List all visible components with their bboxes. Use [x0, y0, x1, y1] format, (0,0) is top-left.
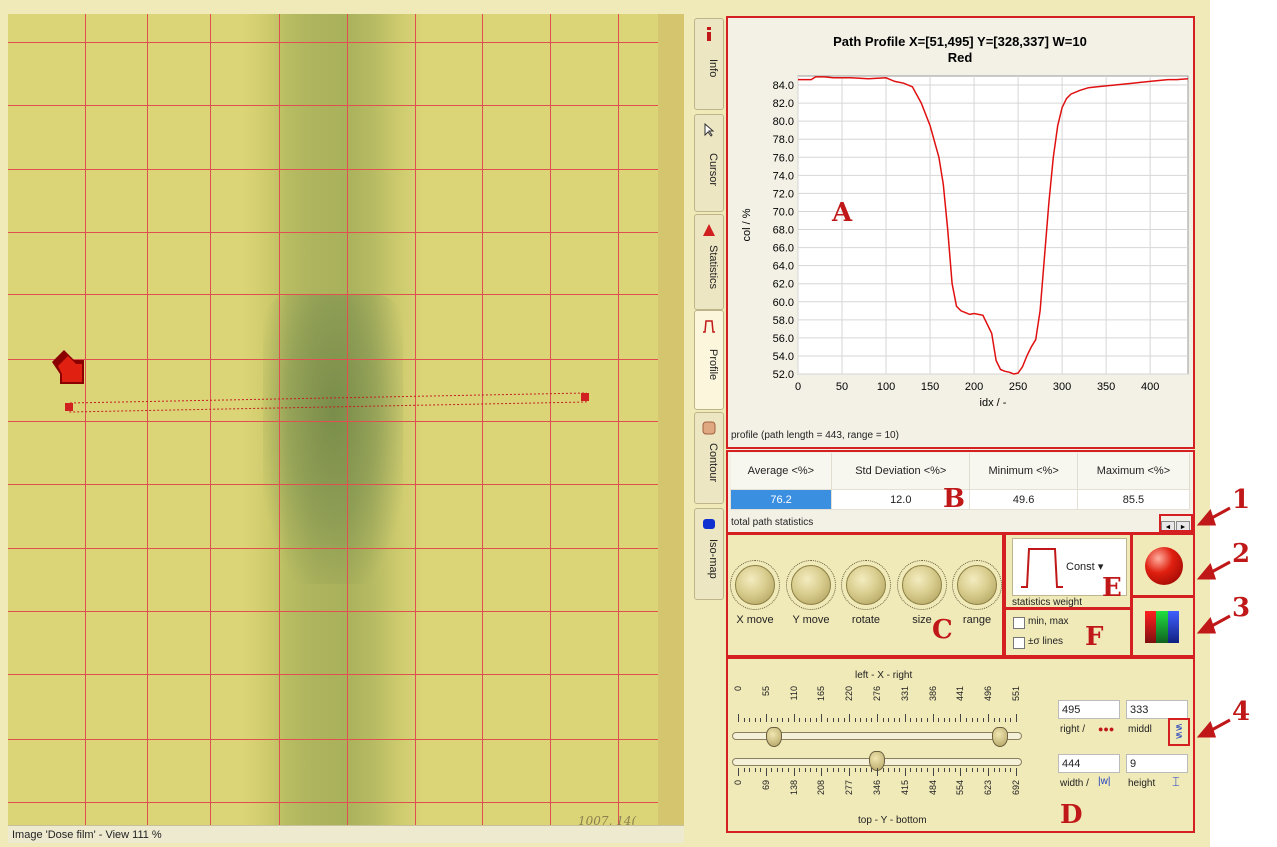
tab-label: Cursor [707, 153, 719, 187]
statistics-icon [703, 224, 715, 236]
section-2-box [1131, 533, 1195, 597]
info-icon [707, 27, 711, 41]
annotation-letter: F [1085, 622, 1104, 652]
side-tabs: Info Cursor Statistics Profile Contour I… [694, 14, 726, 604]
iso-map-icon [703, 519, 715, 529]
arrow-cursor-icon [52, 350, 84, 384]
section-a-box [726, 16, 1195, 449]
section-d-box [726, 657, 1195, 833]
annotation-letter: B [943, 484, 965, 514]
path-start-handle [65, 403, 73, 411]
annotation-letter: D [1060, 800, 1083, 830]
contour-icon [702, 421, 716, 435]
tab-label: Contour [707, 443, 719, 483]
tab-contour[interactable]: Contour [694, 412, 724, 504]
section-f-box [1004, 608, 1132, 657]
profile-icon [703, 320, 715, 333]
application-window: 1007, 14( Image 'Dose film' - View 111 %… [0, 0, 1210, 847]
profile-path-overlay[interactable] [8, 14, 684, 825]
section-3-box [1131, 596, 1195, 657]
tab-cursor[interactable]: Cursor [694, 114, 724, 212]
tab-label: Profile [707, 349, 719, 381]
tab-statistics[interactable]: Statistics [694, 214, 724, 310]
cursor-icon [704, 123, 715, 137]
tab-iso-map[interactable]: Iso-map [694, 508, 724, 600]
tab-label: Statistics [707, 245, 719, 290]
path-end-handle [581, 393, 589, 401]
image-view[interactable]: 1007, 14( [8, 14, 684, 825]
section-c-box [726, 533, 1004, 657]
annotation-number: 2 [1232, 539, 1251, 569]
tab-label: Info [707, 59, 719, 78]
tab-label: Iso-map [707, 539, 719, 579]
film-handwriting: 1007, 14( [578, 814, 637, 825]
section-1-box [1159, 514, 1193, 532]
tab-info[interactable]: Info [694, 18, 724, 110]
annotation-number: 3 [1232, 593, 1251, 623]
annotation-number: 1 [1232, 485, 1251, 515]
status-bar: Image 'Dose film' - View 111 % [8, 825, 684, 843]
tab-profile[interactable]: Profile [694, 310, 724, 410]
annotation-letter: C [932, 615, 953, 645]
annotation-number: 4 [1232, 697, 1251, 727]
annotation-letter: A [832, 198, 853, 228]
annotation-letter: E [1102, 573, 1122, 603]
